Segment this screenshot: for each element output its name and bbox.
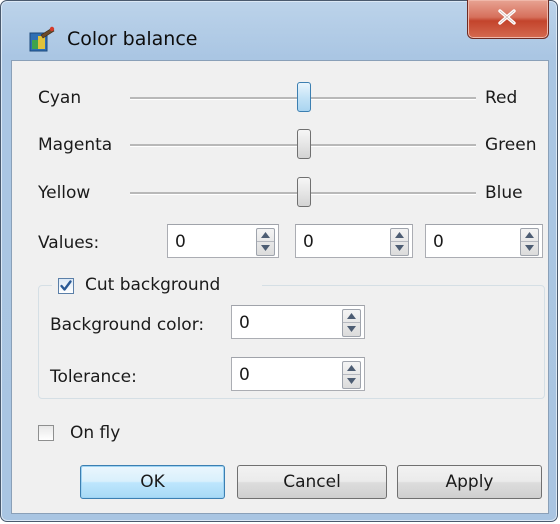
- slider-yellow-label: Yellow: [38, 183, 91, 203]
- cut-background-checkbox[interactable]: [58, 278, 74, 294]
- value-field-2-spinner: [390, 228, 409, 256]
- tolerance-spinner: [342, 361, 361, 389]
- arrow-up-icon: [395, 232, 404, 238]
- slider-blue-label: Blue: [485, 183, 523, 203]
- value-field-1[interactable]: 0: [167, 224, 279, 258]
- arrow-up-icon: [347, 313, 356, 319]
- cut-background-label: Cut background: [85, 275, 221, 295]
- value-field-3-text: 0: [433, 232, 444, 252]
- window-title: Color balance: [67, 28, 198, 50]
- checkmark-icon: [60, 280, 72, 291]
- tolerance-down-button[interactable]: [343, 375, 360, 388]
- tolerance-value: 0: [239, 365, 250, 385]
- value-field-3-down-button[interactable]: [521, 242, 538, 255]
- background-color-value: 0: [239, 313, 250, 333]
- apply-button[interactable]: Apply: [397, 465, 542, 499]
- slider-cyan-label: Cyan: [38, 88, 82, 108]
- value-field-1-text: 0: [175, 232, 186, 252]
- values-label: Values:: [38, 233, 100, 253]
- slider-red-label: Red: [485, 88, 518, 108]
- tolerance-label: Tolerance:: [50, 367, 137, 387]
- on-fly-label: On fly: [70, 423, 121, 443]
- background-color-spinner: [342, 309, 361, 337]
- background-color-up-button[interactable]: [343, 310, 360, 323]
- value-field-3[interactable]: 0: [425, 224, 543, 258]
- value-field-1-up-button[interactable]: [257, 229, 274, 242]
- close-icon: [498, 9, 516, 25]
- background-color-field[interactable]: 0: [231, 305, 365, 339]
- value-field-2-text: 0: [303, 232, 314, 252]
- ok-button[interactable]: OK: [80, 465, 225, 499]
- background-color-down-button[interactable]: [343, 323, 360, 336]
- close-button[interactable]: [467, 0, 549, 39]
- value-field-1-spinner: [256, 228, 275, 256]
- value-field-3-up-button[interactable]: [521, 229, 538, 242]
- slider-magenta-label: Magenta: [38, 135, 113, 155]
- arrow-down-icon: [395, 245, 404, 251]
- background-color-label: Background color:: [50, 315, 205, 335]
- slider-green-label: Green: [485, 135, 537, 155]
- value-field-2[interactable]: 0: [295, 224, 413, 258]
- tolerance-field[interactable]: 0: [231, 357, 365, 391]
- tolerance-up-button[interactable]: [343, 362, 360, 375]
- slider-cyan-red-thumb[interactable]: [297, 82, 311, 112]
- arrow-up-icon: [347, 365, 356, 371]
- slider-magenta-green-thumb[interactable]: [297, 129, 311, 159]
- arrow-down-icon: [525, 245, 534, 251]
- arrow-down-icon: [347, 326, 356, 332]
- arrow-down-icon: [347, 378, 356, 384]
- value-field-2-up-button[interactable]: [391, 229, 408, 242]
- value-field-3-spinner: [520, 228, 539, 256]
- arrow-up-icon: [525, 232, 534, 238]
- slider-yellow-blue-thumb[interactable]: [297, 177, 311, 207]
- value-field-2-down-button[interactable]: [391, 242, 408, 255]
- arrow-down-icon: [261, 245, 270, 251]
- on-fly-checkbox[interactable]: [38, 425, 54, 441]
- value-field-1-down-button[interactable]: [257, 242, 274, 255]
- arrow-up-icon: [261, 232, 270, 238]
- color-balance-app-icon: [28, 26, 56, 54]
- cancel-button[interactable]: Cancel: [237, 465, 387, 499]
